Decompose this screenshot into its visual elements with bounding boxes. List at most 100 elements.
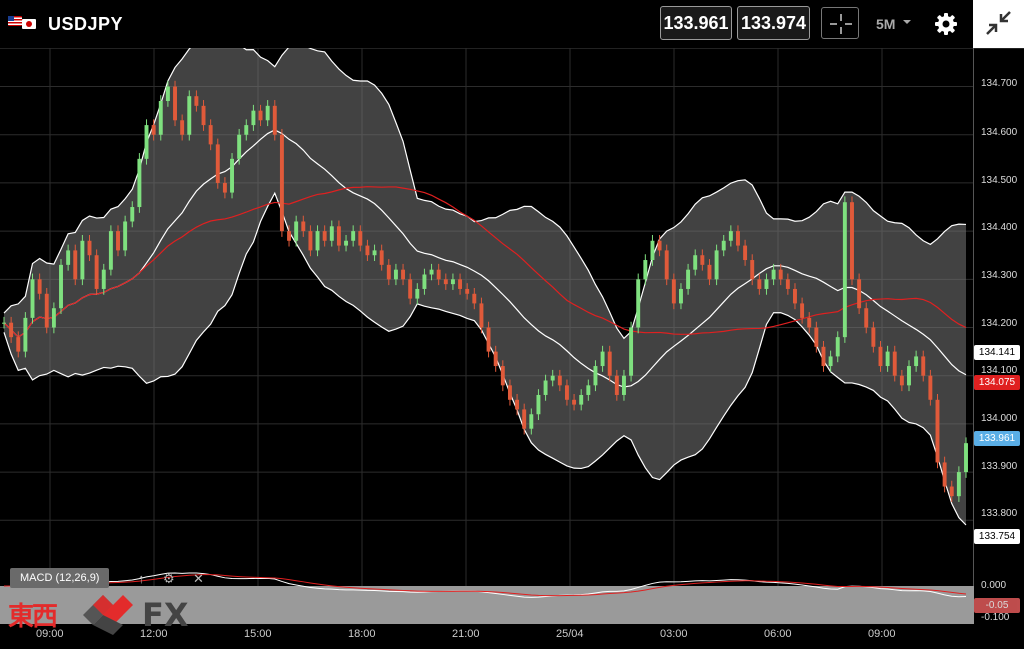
candle-body (579, 394, 584, 405)
candle-body (507, 385, 512, 400)
candle-body (450, 279, 455, 285)
candle-body (600, 351, 605, 367)
gear-icon[interactable] (930, 8, 962, 40)
price-axis-label: 134.400 (981, 222, 1018, 233)
collapse-button[interactable] (973, 0, 1024, 48)
candle-body (842, 202, 847, 338)
price-chart[interactable] (0, 48, 1024, 624)
candle-body (365, 245, 370, 256)
candle-body (180, 120, 185, 135)
symbol-label[interactable]: USDJPY (48, 14, 123, 35)
candle-body (621, 375, 626, 395)
candle-body (679, 288, 683, 304)
candle-body (272, 105, 277, 135)
candle-body (73, 250, 78, 280)
candle-body (393, 269, 398, 280)
time-axis-label: 06:00 (764, 628, 792, 640)
price-axis-label: 134.700 (981, 78, 1018, 89)
candle-body (329, 226, 334, 241)
candle-body (194, 96, 199, 106)
crosshair-icon (830, 14, 852, 34)
candle-body (529, 414, 534, 429)
candle-body (871, 327, 876, 347)
candle-body (287, 231, 291, 241)
candle-body (123, 221, 128, 251)
candle-body (379, 250, 384, 265)
bid-price-button[interactable]: 133.961 (660, 6, 732, 40)
candle-body (878, 346, 883, 367)
candle-body (30, 279, 35, 318)
candle-body (614, 375, 619, 395)
candle-body (657, 240, 662, 251)
candle-body (778, 269, 783, 280)
candle-body (215, 144, 220, 183)
candle-body (500, 366, 505, 386)
time-axis-label: 25/04 (556, 628, 584, 640)
candle-body (771, 269, 776, 280)
candle-body (401, 269, 406, 280)
candle-body (344, 240, 349, 246)
candle-body (607, 351, 612, 376)
candle-body (486, 327, 491, 352)
price-axis-label: 134.200 (981, 318, 1018, 329)
candle-body (265, 105, 270, 121)
candle-body (671, 279, 676, 304)
crosshair-button[interactable] (821, 7, 859, 39)
upper-band-tag: 134.141 (974, 345, 1020, 360)
candle-body (87, 240, 92, 256)
candle-body (821, 346, 826, 367)
candle-body (23, 317, 28, 352)
macd-indicator-tab[interactable]: MACD (12,26,9) (10, 568, 110, 588)
candle-body (515, 399, 520, 410)
candle-body (351, 231, 356, 241)
collapse-icon (986, 11, 1011, 35)
bollinger-bands (3, 48, 967, 526)
price-axis-label: 134.000 (981, 413, 1018, 424)
candle-body (914, 356, 919, 367)
candle-body (230, 158, 234, 193)
candle-body (935, 399, 940, 463)
candle-body (187, 96, 192, 135)
candle-body (835, 337, 840, 357)
candle-body (465, 288, 470, 294)
gear-icon[interactable]: ⚙ (163, 571, 175, 587)
candle-body (336, 226, 341, 246)
candle-body (315, 231, 320, 251)
logo-mark-icon (83, 595, 133, 635)
close-icon[interactable]: ✕ (193, 571, 204, 587)
arrow-up-icon[interactable]: ↑ (138, 571, 145, 586)
candle-body (244, 125, 249, 135)
candle-body (301, 221, 306, 232)
candle-body (572, 399, 577, 405)
candle-body (429, 269, 434, 275)
flag-us-icon (8, 16, 22, 26)
candle-body (714, 250, 719, 280)
candle-body (921, 356, 926, 376)
timeframe-select[interactable]: 5M (876, 16, 895, 32)
lower-band-tag: 133.754 (974, 529, 1020, 544)
candle-body (764, 279, 769, 289)
candle-body (94, 255, 99, 289)
ask-price-button[interactable]: 133.974 (737, 6, 810, 40)
candle-body (158, 101, 163, 135)
candle-body (593, 366, 598, 386)
candle-body (700, 255, 705, 265)
candle-body (66, 250, 71, 265)
price-axis-label: 134.500 (981, 175, 1018, 186)
candle-body (522, 409, 527, 429)
candle-body (750, 260, 755, 280)
candle-body (907, 366, 911, 386)
candle-body (208, 125, 213, 145)
time-axis-label: 03:00 (660, 628, 688, 640)
candle-body (800, 303, 805, 318)
moving-average-tag: 134.075 (974, 375, 1020, 390)
candle-body (885, 351, 890, 367)
candle-body (643, 260, 648, 280)
candle-body (16, 337, 21, 352)
macd-axis-label: 0.000 (981, 580, 1007, 591)
candle-body (165, 86, 170, 102)
candle-body (857, 279, 862, 309)
flag-jp-icon (22, 19, 36, 29)
candle-body (543, 380, 548, 395)
candle-body (550, 375, 555, 381)
